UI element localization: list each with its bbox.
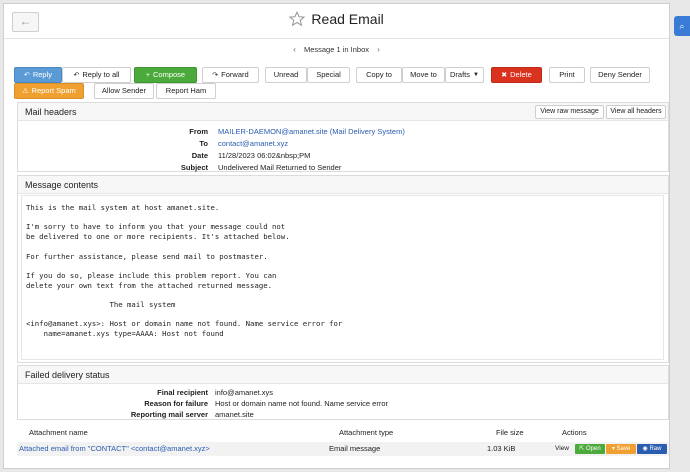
title-bar: ← Read Email (4, 4, 669, 39)
col-attachment-name: Attachment name (29, 428, 88, 437)
open-attachment-button[interactable]: ⇱ Open (575, 444, 605, 454)
to-key: To (199, 139, 208, 148)
report-spam-label: Report Spam (31, 86, 76, 95)
forward-label: Forward (221, 70, 249, 79)
attachment-name-link[interactable]: Attached email from "CONTACT" <contact@a… (19, 442, 210, 456)
message-contents-panel: Message contents This is the mail system… (17, 175, 669, 363)
final-recipient-value: info@amanet.xys (215, 388, 274, 397)
message-contents-heading: Message contents (18, 176, 668, 194)
col-actions: Actions (562, 428, 587, 437)
compose-label: Compose (152, 70, 186, 79)
report-spam-button[interactable]: ⚠ Report Spam (14, 83, 84, 99)
message-body: This is the mail system at host amanet.s… (21, 195, 664, 360)
page-title: Read Email (311, 11, 384, 27)
reporting-server-key: Reporting mail server (130, 410, 208, 419)
delete-label: Delete (510, 70, 532, 79)
message-pager: ‹ Message 1 in Inbox › (4, 45, 669, 54)
reply-icon: ↶ (23, 72, 30, 79)
failed-delivery-heading: Failed delivery status (18, 366, 668, 384)
open-label: Open (586, 446, 601, 452)
view-all-headers-button[interactable]: View all headers (606, 105, 666, 119)
reply-all-button[interactable]: ↶ Reply to all (62, 67, 131, 83)
print-button[interactable]: Print (549, 67, 585, 83)
raw-label: Raw (649, 446, 662, 452)
view-attachment-link[interactable]: View (555, 442, 569, 456)
next-message-icon[interactable]: › (377, 45, 380, 54)
dropdown-caret-icon: ▼ (473, 72, 479, 78)
compose-button[interactable]: + Compose (134, 67, 197, 83)
from-key: From (189, 127, 208, 136)
read-email-window: ← Read Email ‹ Message 1 in Inbox › ↶ Rep… (3, 3, 670, 469)
save-attachment-button[interactable]: ▾ Save (606, 444, 636, 454)
prev-message-icon[interactable]: ‹ (293, 45, 296, 54)
warning-icon: ⚠ (22, 88, 29, 95)
reply-label: Reply (32, 70, 53, 79)
allow-sender-button[interactable]: Allow Sender (94, 83, 154, 99)
to-value[interactable]: contact@amanet.xyz (218, 139, 288, 148)
attachment-size: 1.03 KiB (487, 444, 516, 453)
reporting-server-value: amanet.site (215, 410, 254, 419)
table-row: Attached email from "CONTACT" <contact@a… (17, 442, 669, 456)
delete-icon: ✖ (501, 72, 508, 79)
col-attachment-type: Attachment type (339, 428, 394, 437)
save-label: Save (616, 446, 631, 452)
col-file-size: File size (496, 428, 524, 437)
forward-button[interactable]: ↷ Forward (202, 67, 259, 83)
special-button[interactable]: Special (307, 67, 350, 83)
date-key: Date (191, 151, 208, 160)
final-recipient-key: Final recipient (157, 388, 208, 397)
folder-select-value: Drafts (450, 70, 471, 79)
view-raw-message-button[interactable]: View raw message (535, 105, 604, 119)
failed-delivery-panel: Failed delivery status Final recipient i… (17, 365, 669, 420)
open-icon: ⇱ (579, 446, 586, 452)
attachment-type: Email message (329, 444, 381, 453)
date-value: 11/28/2023 06:02&nbsp;PM (218, 151, 311, 160)
side-search-icon[interactable]: ⌕ (674, 16, 690, 36)
title-wrap: Read Email (4, 11, 669, 27)
deny-sender-button[interactable]: Deny Sender (590, 67, 650, 83)
raw-attachment-button[interactable]: ◉ Raw (637, 444, 667, 454)
plus-icon: + (145, 72, 150, 79)
subject-value: Undelivered Mail Returned to Sender (218, 163, 342, 172)
from-value[interactable]: MAILER-DAEMON@amanet.site (Mail Delivery… (218, 127, 405, 136)
report-ham-button[interactable]: Report Ham (156, 83, 216, 99)
delete-button[interactable]: ✖ Delete (491, 67, 542, 83)
star-icon[interactable] (289, 11, 306, 27)
move-to-button[interactable]: Move to (402, 67, 445, 83)
reply-all-label: Reply to all (82, 70, 120, 79)
unread-button[interactable]: Unread (265, 67, 307, 83)
reply-all-icon: ↶ (73, 72, 80, 79)
failure-reason-value: Host or domain name not found. Name serv… (215, 399, 388, 408)
copy-to-button[interactable]: Copy to (356, 67, 402, 83)
subject-key: Subject (180, 163, 208, 172)
folder-select[interactable]: Drafts ▼ (445, 67, 484, 83)
reply-button[interactable]: ↶ Reply (14, 67, 62, 83)
forward-icon: ↷ (212, 72, 219, 79)
failure-reason-key: Reason for failure (144, 399, 208, 408)
mail-headers-panel: Mail headers View raw message View all h… (17, 102, 669, 172)
pager-label: Message 1 in Inbox (303, 45, 370, 54)
